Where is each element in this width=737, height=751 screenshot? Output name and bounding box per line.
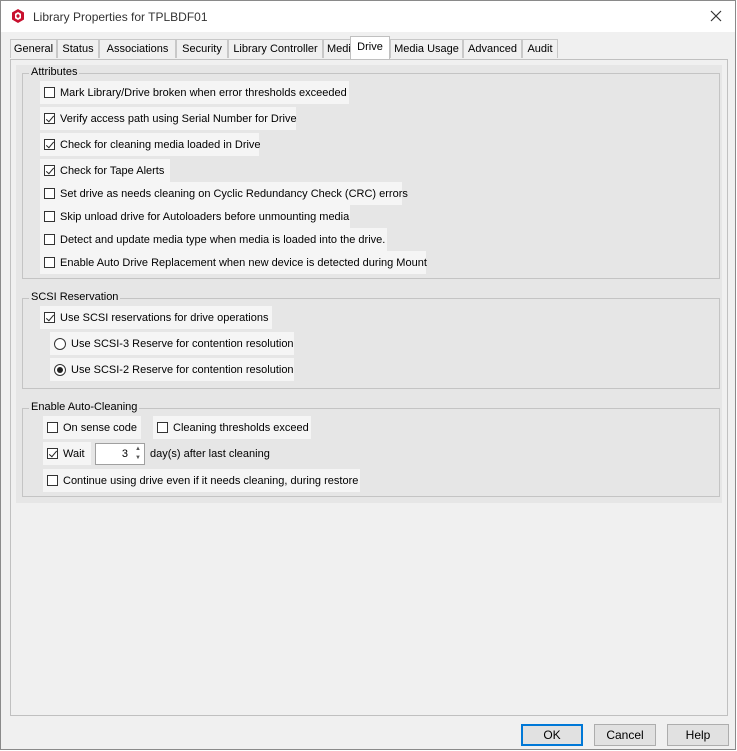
checkbox-label: Cleaning thresholds exceed	[173, 421, 309, 434]
properties-dialog: Library Properties for TPLBDF01 General …	[0, 0, 736, 750]
checkbox-box	[44, 113, 55, 124]
scsi3-reserve-radio[interactable]: Use SCSI-3 Reserve for contention resolu…	[50, 332, 294, 355]
checkbox-box	[44, 211, 55, 222]
tab-advanced[interactable]: Advanced	[463, 39, 522, 58]
on-sense-code-checkbox[interactable]: On sense code	[43, 416, 141, 439]
mark-broken-checkbox[interactable]: Mark Library/Drive broken when error thr…	[40, 81, 349, 104]
check-tape-alerts-checkbox[interactable]: Check for Tape Alerts	[40, 159, 170, 182]
tab-audit[interactable]: Audit	[522, 39, 558, 58]
checkbox-label: Mark Library/Drive broken when error thr…	[60, 86, 347, 99]
tab-security[interactable]: Security	[176, 39, 228, 58]
tab-media-usage[interactable]: Media Usage	[390, 39, 463, 58]
ok-button[interactable]: OK	[521, 724, 583, 746]
radio-label: Use SCSI-3 Reserve for contention resolu…	[71, 337, 294, 350]
auto-drive-replacement-checkbox[interactable]: Enable Auto Drive Replacement when new d…	[40, 251, 427, 274]
tab-status[interactable]: Status	[57, 39, 99, 58]
checkbox-label: Enable Auto Drive Replacement when new d…	[60, 256, 427, 269]
checkbox-box	[47, 422, 58, 433]
radio-label: Use SCSI-2 Reserve for contention resolu…	[71, 363, 294, 376]
skip-unload-checkbox[interactable]: Skip unload drive for Autoloaders before…	[40, 205, 350, 228]
check-cleaning-media-checkbox[interactable]: Check for cleaning media loaded in Drive	[40, 133, 261, 156]
scsi-reservation-title: SCSI Reservation	[29, 291, 121, 303]
close-icon[interactable]	[707, 7, 725, 25]
tab-general[interactable]: General	[10, 39, 57, 58]
checkbox-label: Check for cleaning media loaded in Drive	[60, 138, 261, 151]
checkbox-label: On sense code	[63, 421, 137, 434]
spin-up-icon[interactable]: ▲	[133, 445, 143, 454]
verify-serial-checkbox[interactable]: Verify access path using Serial Number f…	[40, 107, 297, 130]
cleaning-thresholds-checkbox[interactable]: Cleaning thresholds exceed	[153, 416, 311, 439]
app-logo-icon	[12, 9, 24, 23]
checkbox-label: Check for Tape Alerts	[60, 164, 165, 177]
crc-cleaning-checkbox[interactable]: Set drive as needs cleaning on Cyclic Re…	[40, 182, 408, 205]
window-title: Library Properties for TPLBDF01	[33, 10, 208, 24]
spinner-buttons: ▲ ▼	[133, 445, 143, 463]
checkbox-label: Wait	[63, 447, 85, 460]
title-bar: Library Properties for TPLBDF01	[1, 1, 735, 32]
use-scsi-reservations-checkbox[interactable]: Use SCSI reservations for drive operatio…	[40, 306, 272, 329]
checkbox-box	[44, 165, 55, 176]
checkbox-box	[44, 188, 55, 199]
attributes-title: Attributes	[29, 66, 80, 78]
spin-down-icon[interactable]: ▼	[133, 454, 143, 463]
continue-using-drive-checkbox[interactable]: Continue using drive even if it needs cl…	[43, 469, 360, 492]
checkbox-label: Set drive as needs cleaning on Cyclic Re…	[60, 187, 408, 200]
checkbox-label: Skip unload drive for Autoloaders before…	[60, 210, 350, 223]
checkbox-box	[47, 475, 58, 486]
scsi2-reserve-radio[interactable]: Use SCSI-2 Reserve for contention resolu…	[50, 358, 294, 381]
checkbox-box	[157, 422, 168, 433]
checkbox-box	[47, 448, 58, 459]
radio-circle	[54, 337, 66, 350]
auto-cleaning-title: Enable Auto-Cleaning	[29, 401, 140, 413]
wait-checkbox[interactable]: Wait	[43, 442, 91, 465]
wait-days-value: 3	[121, 448, 128, 460]
wait-days-suffix: day(s) after last cleaning	[150, 448, 270, 460]
checkbox-box	[44, 87, 55, 98]
wait-days-spinner[interactable]: 3 ▲ ▼	[95, 443, 145, 465]
drive-tab-panel: Attributes SCSI Reservation Enable Auto-…	[10, 59, 728, 716]
tab-associations[interactable]: Associations	[99, 39, 176, 58]
checkbox-label: Continue using drive even if it needs cl…	[63, 474, 359, 487]
checkbox-box	[44, 257, 55, 268]
checkbox-label: Detect and update media type when media …	[60, 233, 386, 246]
detect-media-type-checkbox[interactable]: Detect and update media type when media …	[40, 228, 387, 251]
checkbox-box	[44, 312, 55, 323]
radio-circle	[54, 363, 66, 376]
tab-library-controller[interactable]: Library Controller	[228, 39, 323, 58]
help-button[interactable]: Help	[667, 724, 729, 746]
checkbox-box	[44, 234, 55, 245]
checkbox-label: Verify access path using Serial Number f…	[60, 112, 297, 125]
checkbox-box	[44, 139, 55, 150]
tab-drive[interactable]: Drive	[350, 36, 390, 59]
checkbox-label: Use SCSI reservations for drive operatio…	[60, 311, 269, 324]
cancel-button[interactable]: Cancel	[594, 724, 656, 746]
